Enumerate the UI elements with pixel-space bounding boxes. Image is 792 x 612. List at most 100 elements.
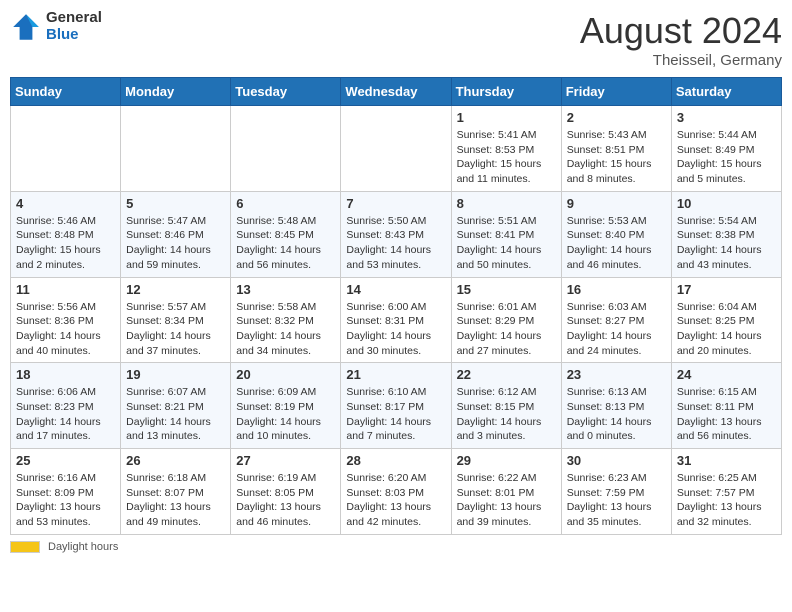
calendar-header: SundayMondayTuesdayWednesdayThursdayFrid… [11, 78, 782, 106]
day-info: Sunrise: 6:15 AM Sunset: 8:11 PM Dayligh… [677, 385, 776, 444]
day-info: Sunrise: 6:12 AM Sunset: 8:15 PM Dayligh… [457, 385, 556, 444]
calendar-week-row: 25Sunrise: 6:16 AM Sunset: 8:09 PM Dayli… [11, 449, 782, 535]
month-year: August 2024 [580, 10, 782, 52]
day-number: 28 [346, 453, 445, 468]
day-info: Sunrise: 6:13 AM Sunset: 8:13 PM Dayligh… [567, 385, 666, 444]
day-info: Sunrise: 5:47 AM Sunset: 8:46 PM Dayligh… [126, 214, 225, 273]
day-number: 26 [126, 453, 225, 468]
header-day: Saturday [671, 78, 781, 106]
calendar-cell: 14 Sunrise: 6:00 AM Sunset: 8:31 PM Dayli… [341, 277, 451, 363]
day-info: Sunrise: 5:46 AM Sunset: 8:48 PM Dayligh… [16, 214, 115, 273]
day-number: 15 [457, 282, 556, 297]
day-number: 22 [457, 367, 556, 382]
calendar-cell: 10 Sunrise: 5:54 AM Sunset: 8:38 PM Dayli… [671, 191, 781, 277]
location: Theisseil, Germany [580, 52, 782, 69]
calendar-week-row: 1 Sunrise: 5:41 AM Sunset: 8:53 PM Daylig… [11, 106, 782, 192]
day-number: 6 [236, 196, 335, 211]
day-info: Sunrise: 6:16 AM Sunset: 8:09 PM Dayligh… [16, 471, 115, 530]
header-day: Sunday [11, 78, 121, 106]
day-info: Sunrise: 5:43 AM Sunset: 8:51 PM Dayligh… [567, 128, 666, 187]
day-info: Sunrise: 6:25 AM Sunset: 7:57 PM Dayligh… [677, 471, 776, 530]
calendar-cell [231, 106, 341, 192]
day-info: Sunrise: 5:44 AM Sunset: 8:49 PM Dayligh… [677, 128, 776, 187]
day-number: 9 [567, 196, 666, 211]
calendar-cell: 16Sunrise: 6:03 AM Sunset: 8:27 PM Dayli… [561, 277, 671, 363]
day-info: Sunrise: 5:48 AM Sunset: 8:45 PM Dayligh… [236, 214, 335, 273]
day-number: 17 [677, 282, 776, 297]
day-number: 11 [16, 282, 115, 297]
calendar-cell: 29Sunrise: 6:22 AM Sunset: 8:01 PM Dayli… [451, 449, 561, 535]
calendar-cell: 8 Sunrise: 5:51 AM Sunset: 8:41 PM Daylig… [451, 191, 561, 277]
calendar-cell: 17 Sunrise: 6:04 AM Sunset: 8:25 PM Dayli… [671, 277, 781, 363]
calendar-cell: 11Sunrise: 5:56 AM Sunset: 8:36 PM Dayli… [11, 277, 121, 363]
calendar-body: 1 Sunrise: 5:41 AM Sunset: 8:53 PM Daylig… [11, 106, 782, 535]
day-info: Sunrise: 5:54 AM Sunset: 8:38 PM Dayligh… [677, 214, 776, 273]
calendar-cell: 19 Sunrise: 6:07 AM Sunset: 8:21 PM Dayli… [121, 363, 231, 449]
day-info: Sunrise: 6:04 AM Sunset: 8:25 PM Dayligh… [677, 300, 776, 359]
day-info: Sunrise: 6:23 AM Sunset: 7:59 PM Dayligh… [567, 471, 666, 530]
day-info: Sunrise: 6:10 AM Sunset: 8:17 PM Dayligh… [346, 385, 445, 444]
logo-general: General [46, 10, 102, 27]
calendar-cell: 28 Sunrise: 6:20 AM Sunset: 8:03 PM Dayli… [341, 449, 451, 535]
calendar-cell: 25Sunrise: 6:16 AM Sunset: 8:09 PM Dayli… [11, 449, 121, 535]
calendar-cell: 31Sunrise: 6:25 AM Sunset: 7:57 PM Dayli… [671, 449, 781, 535]
calendar-cell: 27Sunrise: 6:19 AM Sunset: 8:05 PM Dayli… [231, 449, 341, 535]
day-info: Sunrise: 6:09 AM Sunset: 8:19 PM Dayligh… [236, 385, 335, 444]
calendar-week-row: 4 Sunrise: 5:46 AM Sunset: 8:48 PM Daylig… [11, 191, 782, 277]
day-info: Sunrise: 6:22 AM Sunset: 8:01 PM Dayligh… [457, 471, 556, 530]
header-day: Friday [561, 78, 671, 106]
calendar-table: SundayMondayTuesdayWednesdayThursdayFrid… [10, 77, 782, 535]
calendar-cell: 24 Sunrise: 6:15 AM Sunset: 8:11 PM Dayli… [671, 363, 781, 449]
day-number: 16 [567, 282, 666, 297]
calendar-cell: 12Sunrise: 5:57 AM Sunset: 8:34 PM Dayli… [121, 277, 231, 363]
day-number: 30 [567, 453, 666, 468]
header-day: Thursday [451, 78, 561, 106]
day-number: 14 [346, 282, 445, 297]
logo-text: General Blue [46, 10, 102, 43]
calendar-cell: 7Sunrise: 5:50 AM Sunset: 8:43 PM Daylig… [341, 191, 451, 277]
calendar-week-row: 11Sunrise: 5:56 AM Sunset: 8:36 PM Dayli… [11, 277, 782, 363]
day-number: 18 [16, 367, 115, 382]
day-info: Sunrise: 6:07 AM Sunset: 8:21 PM Dayligh… [126, 385, 225, 444]
day-number: 7 [346, 196, 445, 211]
day-number: 10 [677, 196, 776, 211]
logo-blue: Blue [46, 27, 102, 44]
page-header: General Blue August 2024 Theisseil, Germ… [10, 10, 782, 69]
day-info: Sunrise: 5:51 AM Sunset: 8:41 PM Dayligh… [457, 214, 556, 273]
day-number: 23 [567, 367, 666, 382]
day-info: Sunrise: 6:20 AM Sunset: 8:03 PM Dayligh… [346, 471, 445, 530]
header-row: SundayMondayTuesdayWednesdayThursdayFrid… [11, 78, 782, 106]
daylight-bar-icon [10, 541, 40, 553]
day-number: 19 [126, 367, 225, 382]
calendar-cell: 22 Sunrise: 6:12 AM Sunset: 8:15 PM Dayli… [451, 363, 561, 449]
day-number: 5 [126, 196, 225, 211]
calendar-cell: 13Sunrise: 5:58 AM Sunset: 8:32 PM Dayli… [231, 277, 341, 363]
header-day: Monday [121, 78, 231, 106]
logo-icon [10, 11, 42, 43]
calendar-cell: 5 Sunrise: 5:47 AM Sunset: 8:46 PM Daylig… [121, 191, 231, 277]
header-day: Tuesday [231, 78, 341, 106]
calendar-cell: 2 Sunrise: 5:43 AM Sunset: 8:51 PM Daylig… [561, 106, 671, 192]
day-number: 20 [236, 367, 335, 382]
calendar-week-row: 18 Sunrise: 6:06 AM Sunset: 8:23 PM Dayli… [11, 363, 782, 449]
calendar-cell [121, 106, 231, 192]
day-info: Sunrise: 6:01 AM Sunset: 8:29 PM Dayligh… [457, 300, 556, 359]
day-number: 24 [677, 367, 776, 382]
day-info: Sunrise: 5:41 AM Sunset: 8:53 PM Dayligh… [457, 128, 556, 187]
daylight-label: Daylight hours [48, 541, 118, 553]
day-number: 4 [16, 196, 115, 211]
calendar-cell: 3Sunrise: 5:44 AM Sunset: 8:49 PM Daylig… [671, 106, 781, 192]
day-info: Sunrise: 6:00 AM Sunset: 8:31 PM Dayligh… [346, 300, 445, 359]
header-day: Wednesday [341, 78, 451, 106]
calendar-cell: 23 Sunrise: 6:13 AM Sunset: 8:13 PM Dayli… [561, 363, 671, 449]
logo: General Blue [10, 10, 102, 43]
day-info: Sunrise: 6:18 AM Sunset: 8:07 PM Dayligh… [126, 471, 225, 530]
day-number: 2 [567, 110, 666, 125]
day-number: 1 [457, 110, 556, 125]
day-info: Sunrise: 5:58 AM Sunset: 8:32 PM Dayligh… [236, 300, 335, 359]
day-number: 27 [236, 453, 335, 468]
calendar-cell [11, 106, 121, 192]
day-number: 8 [457, 196, 556, 211]
calendar-cell: 20 Sunrise: 6:09 AM Sunset: 8:19 PM Dayli… [231, 363, 341, 449]
day-info: Sunrise: 6:06 AM Sunset: 8:23 PM Dayligh… [16, 385, 115, 444]
